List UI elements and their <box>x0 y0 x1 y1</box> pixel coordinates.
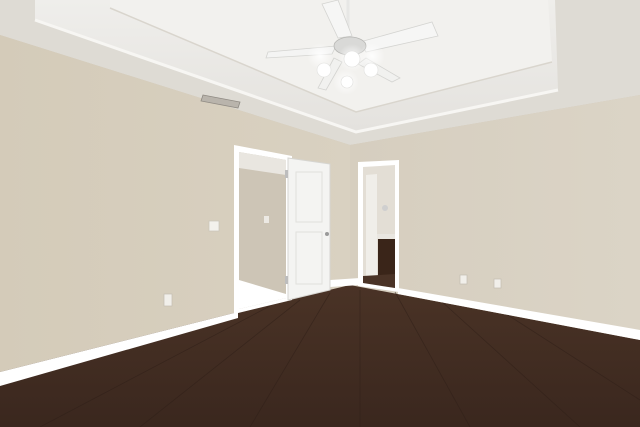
doorway-bathroom <box>358 160 399 292</box>
light-switch <box>208 220 220 232</box>
power-outlet-right-2 <box>493 278 502 289</box>
open-door <box>285 157 331 301</box>
power-outlet-right-1 <box>459 274 468 285</box>
power-outlet <box>163 293 173 307</box>
empty-bedroom-photo <box>0 0 640 427</box>
open-doorway-hall <box>234 145 292 314</box>
